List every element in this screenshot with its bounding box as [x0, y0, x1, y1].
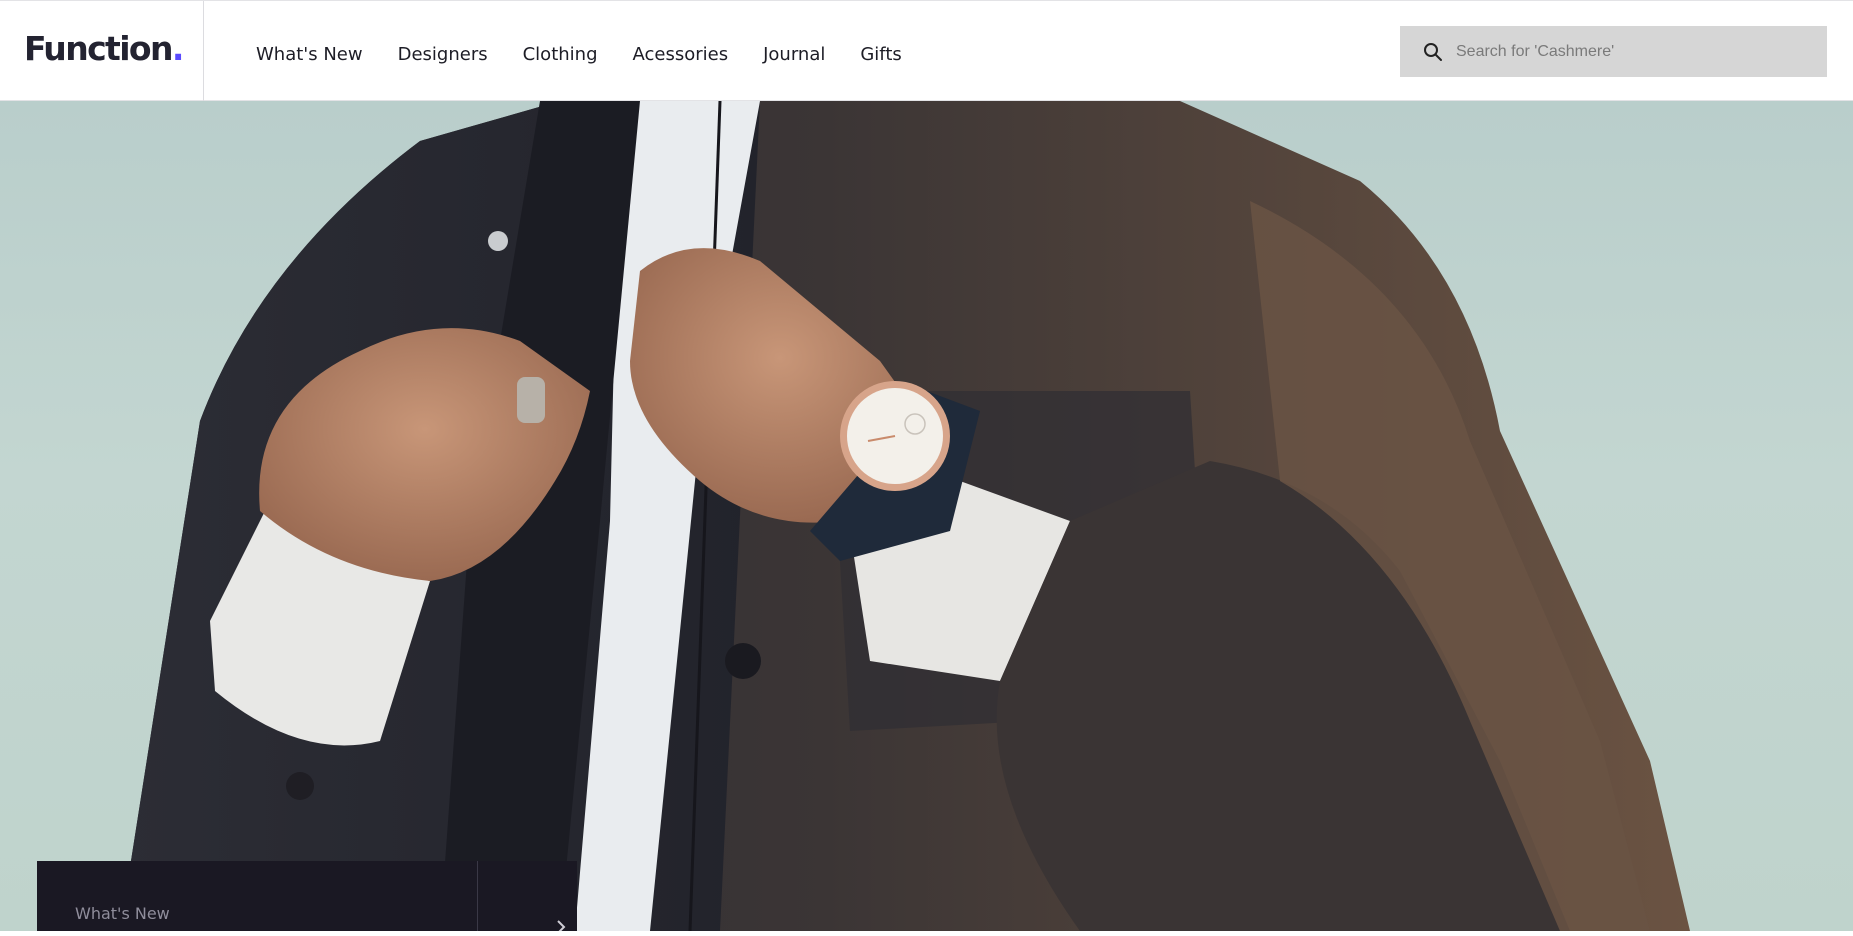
nav-item-clothing[interactable]: Clothing: [523, 43, 598, 67]
search-box[interactable]: [1400, 26, 1827, 77]
nav-item-whats-new[interactable]: What's New: [256, 43, 363, 67]
promo-card[interactable]: What's New: [37, 861, 577, 934]
nav-item-journal[interactable]: Journal: [763, 43, 825, 67]
chevron-right-icon: [557, 920, 566, 934]
search-icon: [1424, 43, 1442, 61]
search-input[interactable]: [1456, 26, 1816, 77]
hero-photo: [120, 101, 1690, 931]
nav-item-accessories[interactable]: Acessories: [633, 43, 729, 67]
promo-arrow-button[interactable]: [478, 861, 577, 934]
logo-cell: Function.: [0, 1, 204, 101]
hero-image: [0, 101, 1853, 931]
main-nav: What's New Designers Clothing Acessories…: [256, 43, 937, 67]
brand-logo[interactable]: Function.: [24, 32, 184, 65]
promo-label: What's New: [75, 904, 170, 923]
nav-item-gifts[interactable]: Gifts: [860, 43, 901, 67]
site-header: Function. What's New Designers Clothing …: [0, 0, 1853, 101]
nav-item-designers[interactable]: Designers: [398, 43, 488, 67]
